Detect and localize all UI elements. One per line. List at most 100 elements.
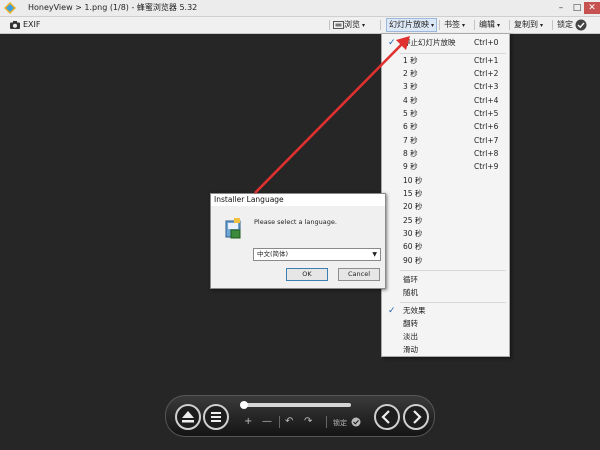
menu-item-interval[interactable]: 25 秒	[382, 215, 509, 227]
chevron-down-icon: ▾	[497, 22, 501, 29]
previous-button[interactable]	[374, 404, 400, 430]
check-circle-icon[interactable]	[575, 19, 587, 31]
menu-item-effect-slide[interactable]: 滑动	[382, 344, 509, 356]
bookmark-label: 书签	[444, 20, 460, 29]
menu-item-effect-fade[interactable]: 淡出	[382, 331, 509, 343]
menu-item-label: 3 秒	[403, 82, 418, 91]
chevron-down-icon: ▾	[431, 22, 435, 29]
menu-item-loop[interactable]: 循环	[382, 274, 509, 286]
menu-item-interval[interactable]: 60 秒	[382, 241, 509, 253]
ok-button[interactable]: OK	[286, 268, 328, 281]
slideshow-label: 幻灯片放映	[389, 20, 429, 29]
menu-item-interval[interactable]: 6 秒 Ctrl+6	[382, 121, 509, 133]
chevron-down-icon: ▾	[362, 22, 366, 29]
menu-item-shortcut: Ctrl+4	[474, 96, 499, 105]
menu-item-interval[interactable]: 90 秒	[382, 255, 509, 267]
title-bar: HoneyView > 1.png (1/8) - 蜂蜜浏览器 5.32 – □…	[0, 0, 600, 17]
lock-label: 锁定	[557, 20, 573, 29]
menu-item-shortcut: Ctrl+0	[474, 38, 499, 47]
chevron-down-icon: ▾	[462, 22, 466, 29]
edit-label: 编辑	[479, 20, 495, 29]
check-icon: ✓	[388, 306, 396, 316]
controller-separator	[279, 416, 280, 428]
toolbar-separator	[439, 20, 440, 30]
menu-item-label: 无效果	[403, 306, 426, 315]
slideshow-menu[interactable]: 幻灯片放映 ▾	[386, 18, 438, 32]
menu-item-effect-none[interactable]: ✓ 无效果	[382, 305, 509, 317]
menu-item-label: 循环	[403, 275, 418, 284]
cancel-button[interactable]: Cancel	[338, 268, 380, 281]
menu-item-interval[interactable]: 9 秒 Ctrl+9	[382, 161, 509, 173]
rotate-right-button[interactable]: ↷	[304, 416, 312, 428]
list-button[interactable]	[203, 404, 229, 430]
slideshow-dropdown-menu: ✓ 停止幻灯片放映 Ctrl+0 1 秒 Ctrl+1 2 秒 Ctrl+2 3…	[381, 33, 510, 357]
eject-button[interactable]	[175, 404, 201, 430]
menu-item-label: 1 秒	[403, 56, 418, 65]
close-button[interactable]: ✕	[584, 2, 600, 14]
next-button[interactable]	[403, 404, 429, 430]
rotate-left-button[interactable]: ↶	[285, 416, 293, 428]
exif-button[interactable]: EXIF	[10, 19, 41, 31]
chevron-down-icon: ▾	[540, 22, 544, 29]
chevron-right-icon	[413, 410, 422, 424]
menu-separator	[400, 270, 506, 271]
browse-icon	[333, 20, 344, 29]
check-icon: ✓	[388, 38, 396, 48]
zoom-out-button[interactable]: —	[262, 416, 272, 428]
menu-item-interval[interactable]: 30 秒	[382, 228, 509, 240]
chevron-left-icon	[381, 410, 390, 424]
menu-item-interval[interactable]: 5 秒 Ctrl+5	[382, 108, 509, 120]
menu-item-label: 20 秒	[403, 202, 423, 211]
menu-separator	[400, 53, 506, 54]
copy-to-menu[interactable]: 复制到 ▾	[514, 19, 543, 31]
menu-item-label: 滑动	[403, 345, 418, 354]
edit-menu[interactable]: 编辑 ▾	[479, 19, 500, 31]
menu-item-interval[interactable]: 15 秒	[382, 188, 509, 200]
dialog-title: Installer Language	[214, 195, 284, 204]
menu-item-random[interactable]: 随机	[382, 287, 509, 299]
dialog-titlebar: Installer Language	[211, 194, 385, 206]
menu-item-shortcut: Ctrl+7	[474, 136, 499, 145]
menu-item-label: 60 秒	[403, 242, 423, 251]
progress-slider[interactable]	[241, 403, 351, 407]
honeyview-app-icon	[4, 2, 16, 14]
menu-item-label: 6 秒	[403, 122, 418, 131]
dialog-prompt: Please select a language.	[254, 218, 337, 226]
bookmark-menu[interactable]: 书签 ▾	[444, 19, 465, 31]
lock-label: 锁定	[333, 419, 347, 427]
menu-item-interval[interactable]: 4 秒 Ctrl+4	[382, 95, 509, 107]
toolbar-separator	[552, 20, 553, 30]
browse-label: 浏览	[344, 20, 360, 29]
toolbar: EXIF 浏览 ▾ 幻灯片放映 ▾ 书签 ▾ 编辑 ▾ 复制到 ▾ 锁定	[0, 17, 600, 34]
controller-separator	[326, 416, 327, 428]
menu-item-stop-slideshow[interactable]: ✓ 停止幻灯片放映 Ctrl+0	[382, 37, 509, 49]
chevron-down-icon: ▼	[372, 251, 377, 258]
zoom-in-button[interactable]: +	[244, 416, 252, 428]
browse-menu[interactable]: 浏览 ▾	[333, 19, 365, 31]
eject-icon	[182, 411, 194, 423]
progress-slider-thumb[interactable]	[240, 401, 248, 409]
menu-item-shortcut: Ctrl+5	[474, 109, 499, 118]
menu-item-label: 4 秒	[403, 96, 418, 105]
menu-item-label: 7 秒	[403, 136, 418, 145]
menu-item-interval[interactable]: 1 秒 Ctrl+1	[382, 55, 509, 67]
menu-item-interval[interactable]: 2 秒 Ctrl+2	[382, 68, 509, 80]
toolbar-separator	[474, 20, 475, 30]
menu-item-interval[interactable]: 20 秒	[382, 201, 509, 213]
menu-item-label: 淡出	[403, 332, 418, 341]
menu-item-label: 5 秒	[403, 109, 418, 118]
menu-item-shortcut: Ctrl+3	[474, 82, 499, 91]
language-select[interactable]: 中文(简体) ▼	[253, 248, 381, 261]
check-circle-icon[interactable]	[351, 417, 361, 427]
menu-item-interval[interactable]: 8 秒 Ctrl+8	[382, 148, 509, 160]
menu-separator	[400, 302, 506, 303]
dialog-body: Please select a language. 中文(简体) ▼ OK Ca…	[211, 206, 385, 288]
lock-toggle[interactable]: 锁定	[557, 19, 573, 31]
menu-item-effect-flip[interactable]: 翻转	[382, 318, 509, 330]
menu-item-interval[interactable]: 10 秒	[382, 175, 509, 187]
menu-item-label: 停止幻灯片放映	[403, 38, 456, 47]
window-title: HoneyView > 1.png (1/8) - 蜂蜜浏览器 5.32	[28, 3, 198, 12]
menu-item-interval[interactable]: 3 秒 Ctrl+3	[382, 81, 509, 93]
menu-item-label: 随机	[403, 288, 418, 297]
menu-item-interval[interactable]: 7 秒 Ctrl+7	[382, 135, 509, 147]
